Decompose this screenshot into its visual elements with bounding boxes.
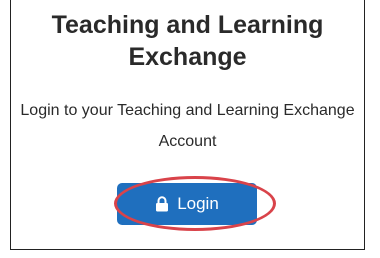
- login-button[interactable]: Login: [117, 183, 257, 225]
- lock-icon: [155, 196, 169, 212]
- card-subtitle: Login to your Teaching and Learning Exch…: [20, 102, 355, 150]
- login-button-label: Login: [177, 194, 219, 213]
- card-title: Teaching and Learning Exchange: [51, 11, 324, 71]
